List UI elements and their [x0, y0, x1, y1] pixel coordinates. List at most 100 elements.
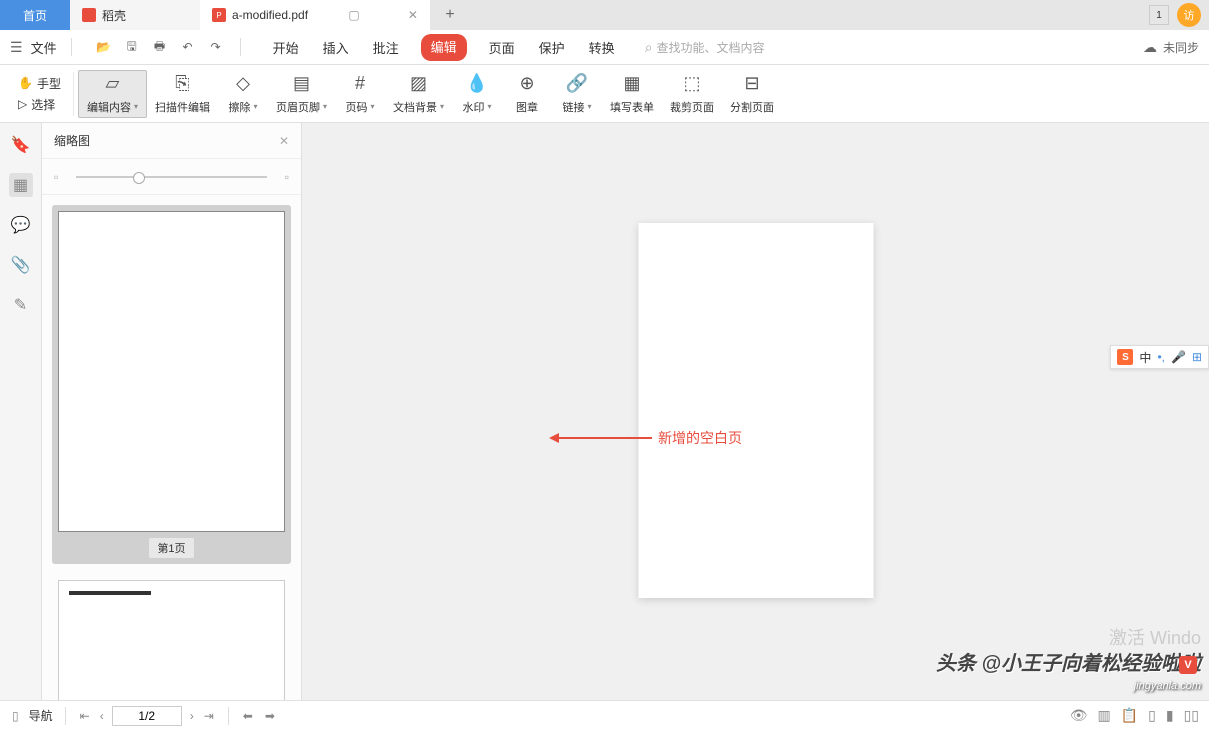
scan-edit-button[interactable]: ⎘ 扫描件编辑	[147, 71, 218, 117]
background-button[interactable]: ▨ 文档背景	[385, 71, 452, 117]
ime-mic-icon[interactable]: 🎤	[1171, 350, 1186, 364]
split-icon: ⊟	[741, 73, 763, 95]
back-icon[interactable]: ⬅	[241, 707, 255, 725]
form-button[interactable]: ▦ 填写表单	[602, 71, 662, 117]
status-right: 👁 ▥ 📋 ▯ ▮ ▯▯	[1070, 707, 1199, 724]
divider	[228, 707, 229, 725]
stamp-icon: ⊕	[516, 73, 538, 95]
thumb-controls: ▫ ▫	[42, 159, 301, 195]
next-page-icon[interactable]: ›	[188, 707, 196, 725]
edit-content-icon: ▱	[101, 73, 123, 95]
first-page-icon[interactable]: ⇤	[78, 707, 92, 725]
ime-grid-icon[interactable]: ⊞	[1192, 350, 1202, 364]
divider	[71, 38, 72, 56]
split-button[interactable]: ⊟ 分割页面	[722, 71, 782, 117]
ime-lang[interactable]: 中	[1139, 349, 1151, 366]
zoom-out-icon[interactable]: ▫	[54, 170, 58, 184]
v-badge: V	[1179, 656, 1197, 674]
stamp-button[interactable]: ⊕ 图章	[502, 71, 552, 117]
nav-toggle-icon[interactable]: ▯	[10, 707, 21, 725]
last-page-icon[interactable]: ⇥	[202, 707, 216, 725]
menu-tab-insert[interactable]: 插入	[321, 34, 351, 61]
layout-icon[interactable]: ▥	[1097, 707, 1110, 724]
top-badge[interactable]: 1	[1149, 5, 1169, 25]
thumbnail-icon[interactable]: ▦	[9, 173, 33, 197]
select-tool[interactable]: ▷ 选择	[18, 96, 61, 113]
open-icon[interactable]: 📂	[94, 37, 114, 57]
cursor-icon: ▷	[18, 97, 27, 111]
thumb-close-icon[interactable]: ✕	[279, 134, 289, 148]
undo-icon[interactable]: ↶	[178, 37, 198, 57]
tab-active-file[interactable]: P a-modified.pdf ▢ ✕	[200, 0, 430, 30]
menu-tab-start[interactable]: 开始	[271, 34, 301, 61]
link-icon: 🔗	[566, 73, 588, 95]
sync-status[interactable]: 未同步	[1163, 39, 1199, 56]
erase-button[interactable]: ◇ 擦除	[218, 71, 268, 117]
thumb-page-1[interactable]: 第1页	[52, 205, 291, 564]
link-button[interactable]: 🔗 链接	[552, 71, 602, 117]
menu-tab-convert[interactable]: 转换	[587, 34, 617, 61]
form-icon: ▦	[621, 73, 643, 95]
menu-tab-page[interactable]: 页面	[487, 34, 517, 61]
thumb-page-label: 第1页	[149, 538, 193, 558]
tool-mode-group: ✋ 手型 ▷ 选择	[10, 71, 69, 117]
file-menu[interactable]: 文件	[31, 38, 57, 57]
save-icon[interactable]: 🖫	[122, 37, 142, 57]
canvas-area[interactable]: 新增的空白页 S 中 •, 🎤 ⊞ 激活 Windo 头条 @小王子向着松经验啦…	[302, 123, 1209, 700]
print-icon[interactable]: 🖶	[150, 37, 170, 57]
thumb-page-preview	[58, 211, 285, 532]
ime-widget[interactable]: S 中 •, 🎤 ⊞	[1110, 345, 1209, 369]
menu-tab-annotate[interactable]: 批注	[371, 34, 401, 61]
header-footer-icon: ▤	[290, 73, 312, 95]
ime-dot-icon[interactable]: •,	[1157, 350, 1165, 364]
forward-icon[interactable]: ➡	[263, 707, 277, 725]
menu-tab-edit[interactable]: 编辑	[421, 34, 467, 61]
search-input[interactable]: 查找功能、文档内容	[645, 39, 765, 56]
watermark-button[interactable]: 💧 水印	[452, 71, 502, 117]
new-tab-button[interactable]: +	[430, 0, 470, 30]
window-icon[interactable]: ▢	[348, 8, 359, 22]
cloud-icon[interactable]: ☁	[1143, 39, 1157, 56]
arrow-icon	[552, 437, 652, 439]
edit-content-button[interactable]: ▱ 编辑内容	[78, 70, 147, 118]
user-avatar[interactable]: 访	[1177, 3, 1201, 27]
tab-doc[interactable]: 稻壳	[70, 0, 200, 30]
nav-label[interactable]: 导航	[29, 707, 53, 724]
thumb-title: 缩略图	[54, 132, 90, 149]
headline-watermark: 头条 @小王子向着松经验啦啦	[936, 647, 1201, 676]
background-icon: ▨	[408, 73, 430, 95]
single-page-icon[interactable]: ▯	[1148, 707, 1156, 724]
menu-right: ☁ 未同步	[1143, 39, 1199, 56]
redo-icon[interactable]: ↷	[206, 37, 226, 57]
comment-icon[interactable]: 💬	[9, 213, 33, 237]
two-page-icon[interactable]: ▯▯	[1184, 707, 1199, 724]
tab-home[interactable]: 首页	[0, 0, 70, 30]
tab-active-label: a-modified.pdf	[232, 8, 308, 22]
signature-icon[interactable]: ✎	[9, 293, 33, 317]
page-input[interactable]	[112, 706, 182, 726]
header-footer-button[interactable]: ▤ 页眉页脚	[268, 71, 335, 117]
view-mode-icon[interactable]: 👁	[1070, 707, 1088, 724]
hand-icon: ✋	[18, 76, 33, 90]
page-number-icon: #	[349, 73, 371, 95]
bookmark-icon[interactable]: 🔖	[9, 133, 33, 157]
page-number-button[interactable]: # 页码	[335, 71, 385, 117]
zoom-slider[interactable]	[76, 176, 266, 178]
annotation-arrow: 新增的空白页	[552, 428, 742, 448]
erase-icon: ◇	[232, 73, 254, 95]
clipboard-icon[interactable]: 📋	[1121, 707, 1138, 724]
crop-icon: ⬚	[681, 73, 703, 95]
pdf-page[interactable]	[638, 223, 873, 598]
continuous-icon[interactable]: ▮	[1166, 707, 1174, 724]
attachment-icon[interactable]: 📎	[9, 253, 33, 277]
watermark-icon: 💧	[466, 73, 488, 95]
zoom-in-icon[interactable]: ▫	[285, 170, 289, 184]
prev-page-icon[interactable]: ‹	[98, 707, 106, 725]
tabs-bar: 首页 稻壳 P a-modified.pdf ▢ ✕ + 1 访	[0, 0, 1209, 30]
crop-button[interactable]: ⬚ 裁剪页面	[662, 71, 722, 117]
close-icon[interactable]: ✕	[408, 8, 418, 22]
hamburger-icon[interactable]: ☰	[10, 39, 23, 56]
hand-tool[interactable]: ✋ 手型	[18, 75, 61, 92]
menu-tab-protect[interactable]: 保护	[537, 34, 567, 61]
thumb-page-2[interactable]	[52, 574, 291, 700]
